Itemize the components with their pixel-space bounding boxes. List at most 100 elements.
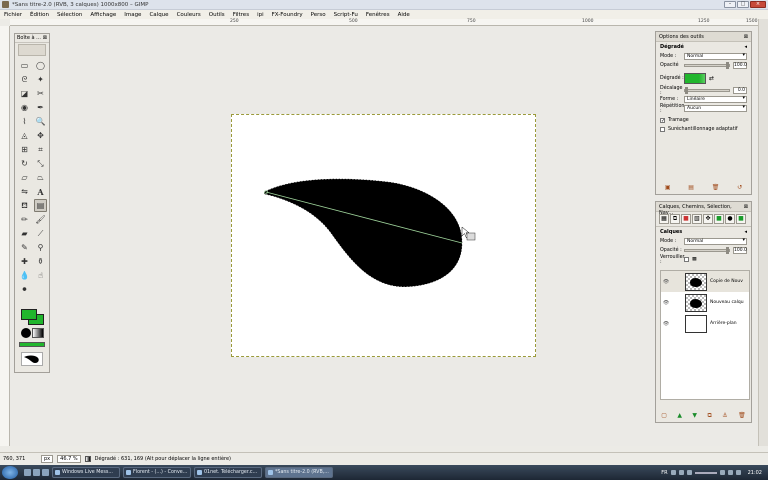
taskbar-button[interactable]: Florent - (...) - Conve...	[123, 467, 191, 478]
brush-preview-icon[interactable]	[21, 328, 31, 338]
tab-brushes-icon[interactable]: ●	[725, 214, 735, 224]
layer-opacity-slider[interactable]	[684, 247, 730, 254]
media-next-icon[interactable]	[686, 470, 692, 475]
folder-icon[interactable]	[42, 469, 49, 476]
reverse-icon[interactable]: ⇄	[709, 75, 714, 82]
reset-options-icon[interactable]: ↺	[737, 184, 742, 191]
gradient-indicator[interactable]	[19, 342, 45, 347]
delete-layer-icon[interactable]: 🗑	[738, 412, 746, 419]
save-options-icon[interactable]: ▣	[665, 184, 671, 191]
media-prev-icon[interactable]	[670, 470, 676, 475]
airbrush-icon[interactable]: ⟋	[34, 227, 47, 240]
opacity-knob[interactable]	[726, 62, 729, 69]
dodge-burn-icon[interactable]: ⚫	[18, 283, 31, 296]
offset-spinner[interactable]: 0.0	[733, 87, 747, 94]
close-icon[interactable]: ⊠	[744, 34, 748, 40]
tab-undo-icon[interactable]: ■	[714, 214, 724, 224]
text-icon[interactable]: A	[34, 185, 47, 198]
vertical-scrollbar[interactable]	[758, 19, 768, 446]
tab-navigation-icon[interactable]: ✥	[703, 214, 713, 224]
paths-icon[interactable]: ✒	[34, 101, 47, 114]
pattern-preview-icon[interactable]	[32, 328, 44, 338]
tab-menu-icon[interactable]: ◂	[744, 229, 747, 235]
offset-slider[interactable]	[684, 87, 730, 94]
raise-layer-icon[interactable]: ▲	[677, 412, 682, 419]
blur-icon[interactable]: 💧	[18, 269, 31, 282]
tab-selection-icon[interactable]: ▧	[692, 214, 702, 224]
start-button[interactable]	[2, 466, 18, 479]
rotate-icon[interactable]: ↻	[18, 157, 31, 170]
layer-mode-select[interactable]: Normal	[684, 238, 747, 245]
bucket-fill-icon[interactable]: ⛾	[18, 199, 31, 212]
perspective-clone-icon[interactable]: ⚱	[34, 255, 47, 268]
unit-select[interactable]: px	[41, 455, 54, 463]
restore-options-icon[interactable]: ▤	[688, 184, 694, 191]
shear-icon[interactable]: ▱	[18, 171, 31, 184]
flip-icon[interactable]: ⇋	[18, 185, 31, 198]
tab-layers-icon[interactable]: ▦	[659, 214, 669, 224]
color-picker-icon[interactable]: ⌇	[18, 115, 31, 128]
lock-alpha-icon[interactable]: ▩	[692, 257, 697, 262]
brush-pattern-indicator[interactable]	[19, 328, 47, 340]
foreground-color-swatch[interactable]	[21, 309, 37, 320]
tab-menu-icon[interactable]: ◂	[744, 44, 747, 50]
layer-row[interactable]: 👁 Copie de Nouv	[661, 271, 749, 292]
layer-row[interactable]: 👁 Nouveau calqu	[661, 292, 749, 313]
offset-knob[interactable]	[685, 87, 688, 94]
layer-name[interactable]: Copie de Nouv	[710, 279, 743, 284]
adaptive-checkbox[interactable]	[660, 127, 665, 132]
new-layer-icon[interactable]: ▢	[661, 412, 667, 419]
opacity-slider[interactable]	[684, 62, 730, 69]
blend-tool-icon[interactable]: ▤	[34, 199, 47, 212]
ie-icon[interactable]	[33, 469, 40, 476]
duplicate-layer-icon[interactable]: ⧉	[708, 412, 712, 420]
ink-icon[interactable]: ✎	[18, 241, 31, 254]
eraser-icon[interactable]: ▰	[18, 227, 31, 240]
anchor-layer-icon[interactable]: ⚓	[722, 412, 727, 419]
crop-icon[interactable]: ⌗	[34, 143, 47, 156]
media-play-icon[interactable]	[678, 470, 684, 475]
layer-opacity-knob[interactable]	[726, 247, 729, 254]
eye-icon[interactable]: 👁	[661, 279, 671, 285]
network-icon[interactable]	[719, 470, 725, 475]
perspective-icon[interactable]: ⏢	[34, 171, 47, 184]
zoom-icon[interactable]: 🔍	[34, 115, 47, 128]
layer-name[interactable]: Nouveau calqu	[710, 300, 744, 305]
color-select-icon[interactable]: ◪	[18, 87, 31, 100]
tab-channels-icon[interactable]: ⧉	[670, 214, 680, 224]
pencil-icon[interactable]: ✏	[18, 213, 31, 226]
wilber-drop-area[interactable]	[18, 44, 46, 56]
scale-icon[interactable]: ⤡	[34, 157, 47, 170]
layer-name[interactable]: Arrière-plan	[710, 321, 737, 326]
zoom-select[interactable]: 46.7 %	[57, 455, 81, 463]
clone-icon[interactable]: ⚲	[34, 241, 47, 254]
taskbar-button-active[interactable]: *Sans titre-2.0 (RVB,...	[265, 467, 333, 478]
gradient-swatch[interactable]	[684, 72, 706, 84]
scissors-icon[interactable]: ✂	[34, 87, 47, 100]
volume-icon[interactable]	[727, 470, 733, 475]
tab-patterns-icon[interactable]: ■	[736, 214, 746, 224]
update-icon[interactable]	[735, 470, 741, 475]
shape-select[interactable]: Linéaire	[684, 96, 747, 103]
tray-language[interactable]: FR	[661, 470, 667, 476]
move-icon[interactable]: ✥	[34, 129, 47, 142]
eye-icon[interactable]: 👁	[661, 321, 671, 327]
fuzzy-select-icon[interactable]: ✦	[34, 73, 47, 86]
measure-icon[interactable]: ◬	[18, 129, 31, 142]
layer-row[interactable]: 👁 Arrière-plan	[661, 313, 749, 334]
dither-checkbox[interactable]: ✓	[660, 118, 665, 124]
close-icon[interactable]: ⊠	[43, 35, 47, 41]
free-select-icon[interactable]: ᘓ	[18, 73, 31, 86]
layer-opacity-spinner[interactable]: 100.0	[733, 247, 747, 254]
tab-paths-icon[interactable]: ■	[681, 214, 691, 224]
lock-pixels-checkbox[interactable]	[684, 257, 689, 262]
close-icon[interactable]: ⊠	[744, 204, 748, 210]
taskbar-button[interactable]: 01net. Télécharger.c...	[194, 467, 262, 478]
volume-bar[interactable]	[694, 471, 717, 474]
delete-options-icon[interactable]: 🗑	[712, 184, 720, 191]
rect-select-icon[interactable]: ▭	[18, 59, 31, 72]
align-icon[interactable]: ⊞	[18, 143, 31, 156]
foreground-select-icon[interactable]: ◉	[18, 101, 31, 114]
clock[interactable]: 21:02	[748, 470, 762, 476]
fg-bg-colors[interactable]	[19, 308, 47, 326]
